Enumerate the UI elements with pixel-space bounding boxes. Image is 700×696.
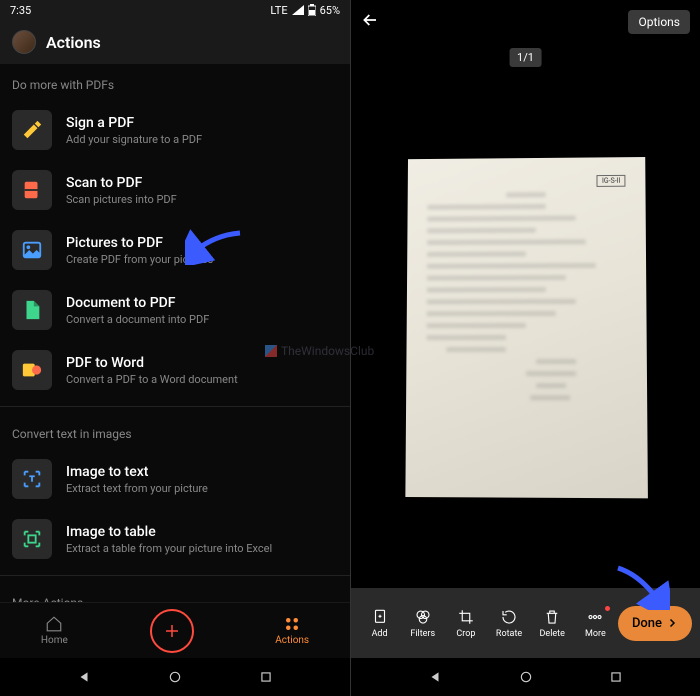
action-subtitle: Scan pictures into PDF	[66, 193, 338, 206]
tool-rotate[interactable]: Rotate	[488, 608, 529, 639]
action-title: Image to table	[66, 524, 338, 542]
chevron-right-icon	[666, 617, 678, 629]
scan-preview-area[interactable]: IG-S-II	[351, 44, 700, 588]
section-label-pdfs: Do more with PDFs	[0, 64, 350, 100]
watermark: TheWindowsClub	[265, 344, 374, 358]
action-image-text[interactable]: Image to text Extract text from your pic…	[0, 449, 350, 509]
scan-icon	[12, 170, 52, 210]
action-subtitle: Convert a PDF to a Word document	[66, 373, 338, 386]
section-label-text: Convert text in images	[0, 413, 350, 449]
network-label: LTE	[270, 4, 287, 17]
back-button[interactable]	[77, 670, 91, 684]
section-label-more: More Actions	[0, 582, 350, 602]
status-time: 7:35	[10, 4, 31, 17]
grid-icon	[283, 615, 301, 633]
battery-icon	[308, 4, 316, 16]
document-tag: IG-S-II	[596, 175, 625, 187]
add-page-icon	[371, 608, 389, 626]
delete-icon	[543, 608, 561, 626]
nav-label: Actions	[275, 635, 309, 646]
status-bar: 7:35 LTE 65%	[0, 0, 350, 20]
action-sign-pdf[interactable]: Sign a PDF Add your signature to a PDF	[0, 100, 350, 160]
battery-label: 65%	[320, 4, 340, 17]
text-extract-icon	[12, 459, 52, 499]
page-title: Actions	[46, 33, 101, 52]
bottom-nav: Home Actions	[0, 602, 350, 658]
action-title: Document to PDF	[66, 295, 338, 313]
nav-home[interactable]: Home	[41, 615, 68, 646]
action-title: Scan to PDF	[66, 175, 338, 193]
app-header: Actions	[0, 20, 350, 64]
action-document-pdf[interactable]: Document to PDF Convert a document into …	[0, 280, 350, 340]
tool-filters[interactable]: Filters	[402, 608, 443, 639]
android-nav	[0, 658, 350, 696]
action-subtitle: Extract a table from your picture into E…	[66, 542, 338, 555]
action-subtitle: Convert a document into PDF	[66, 313, 338, 326]
action-title: Image to text	[66, 464, 338, 482]
recents-button[interactable]	[259, 670, 273, 684]
filters-icon	[414, 608, 432, 626]
convert-icon	[12, 350, 52, 390]
action-pictures-pdf[interactable]: Pictures to PDF Create PDF from your pic…	[0, 220, 350, 280]
home-button[interactable]	[168, 670, 182, 684]
options-button[interactable]: Options	[628, 10, 690, 34]
crop-icon	[457, 608, 475, 626]
nav-actions[interactable]: Actions	[275, 615, 309, 646]
tool-crop[interactable]: Crop	[445, 608, 486, 639]
action-subtitle: Extract text from your picture	[66, 482, 338, 495]
signal-icon	[292, 5, 304, 15]
android-nav	[351, 658, 700, 696]
divider	[0, 575, 350, 576]
document-icon	[12, 290, 52, 330]
scanned-document[interactable]: IG-S-II	[405, 157, 648, 498]
action-image-table[interactable]: Image to table Extract a table from your…	[0, 509, 350, 569]
rotate-icon	[500, 608, 518, 626]
action-scan-pdf[interactable]: Scan to PDF Scan pictures into PDF	[0, 160, 350, 220]
content-scroll[interactable]: Do more with PDFs Sign a PDF Add your si…	[0, 64, 350, 602]
pointer-arrow	[185, 225, 245, 265]
pointer-arrow	[610, 560, 670, 610]
home-icon	[45, 615, 63, 633]
recents-button[interactable]	[609, 670, 623, 684]
action-subtitle: Add your signature to a PDF	[66, 133, 338, 146]
add-fab[interactable]	[150, 609, 194, 653]
back-button[interactable]	[428, 670, 442, 684]
done-button[interactable]: Done	[618, 606, 692, 641]
avatar[interactable]	[12, 30, 36, 54]
scan-header: Options	[351, 0, 700, 44]
more-icon	[586, 608, 604, 626]
picture-icon	[12, 230, 52, 270]
plus-icon	[163, 622, 181, 640]
nav-label: Home	[41, 635, 68, 646]
divider	[0, 406, 350, 407]
table-extract-icon	[12, 519, 52, 559]
pen-icon	[12, 110, 52, 150]
action-title: Sign a PDF	[66, 115, 338, 133]
page-indicator: 1/1	[509, 48, 542, 67]
tool-more[interactable]: More	[575, 608, 616, 639]
back-button[interactable]	[361, 10, 381, 34]
tool-add[interactable]: Add	[359, 608, 400, 639]
tool-delete[interactable]: Delete	[532, 608, 573, 639]
home-button[interactable]	[519, 670, 533, 684]
